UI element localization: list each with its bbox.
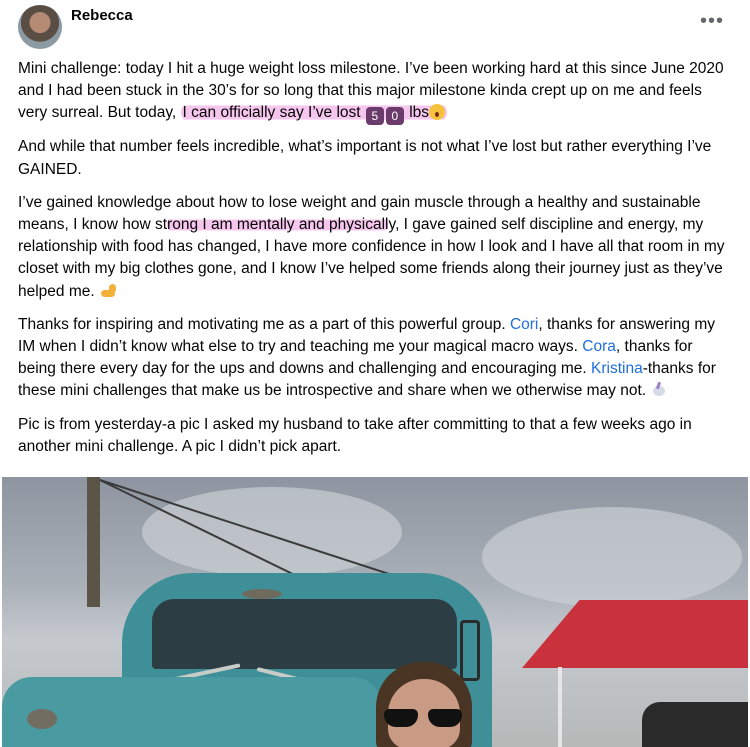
- paragraph-5: Pic is from yesterday-a pic I asked my h…: [18, 415, 692, 455]
- mention-cora[interactable]: Cora: [582, 338, 616, 355]
- paragraph-3: I’ve gained knowledge about how to lose …: [18, 193, 725, 300]
- keycap-0-emoji: 0: [385, 107, 404, 126]
- more-options-icon[interactable]: •••: [698, 8, 726, 34]
- utility-pole: [87, 477, 100, 607]
- facebook-post: Rebecca ••• Mini challenge: today I hit …: [0, 0, 750, 747]
- paragraph-1: Mini challenge: today I hit a huge weigh…: [18, 60, 724, 126]
- surprised-face-emoji: [429, 104, 446, 121]
- rust-spot: [242, 589, 282, 599]
- cloud: [482, 507, 742, 607]
- avatar[interactable]: [18, 5, 62, 49]
- mention-cori[interactable]: Cori: [510, 316, 538, 333]
- sunglasses: [382, 709, 466, 729]
- tent-leg: [558, 667, 562, 747]
- highlight-strength: rong I am mentally and physicall: [167, 216, 389, 234]
- dark-vehicle: [642, 702, 748, 747]
- post-photo[interactable]: [2, 477, 748, 747]
- truck-windshield: [152, 599, 457, 669]
- post-text: Mini challenge: today I hit a huge weigh…: [18, 58, 730, 469]
- red-canopy-tent: [522, 600, 748, 668]
- author-name[interactable]: Rebecca: [71, 7, 133, 24]
- keycap-5-emoji: 5: [365, 107, 384, 126]
- paragraph-2: And while that number feels incredible, …: [18, 138, 712, 178]
- unicorn-emoji: [650, 382, 668, 398]
- highlight-milestone: I can officially say I’ve lost 50 lbs: [180, 104, 448, 126]
- mention-kristina[interactable]: Kristina: [591, 360, 643, 377]
- paragraph-4: Thanks for inspiring and motivating me a…: [18, 315, 716, 400]
- truck-hood: [2, 677, 382, 747]
- rust-spot: [27, 709, 57, 729]
- flexed-biceps-emoji: [99, 283, 117, 299]
- side-mirror: [460, 620, 480, 681]
